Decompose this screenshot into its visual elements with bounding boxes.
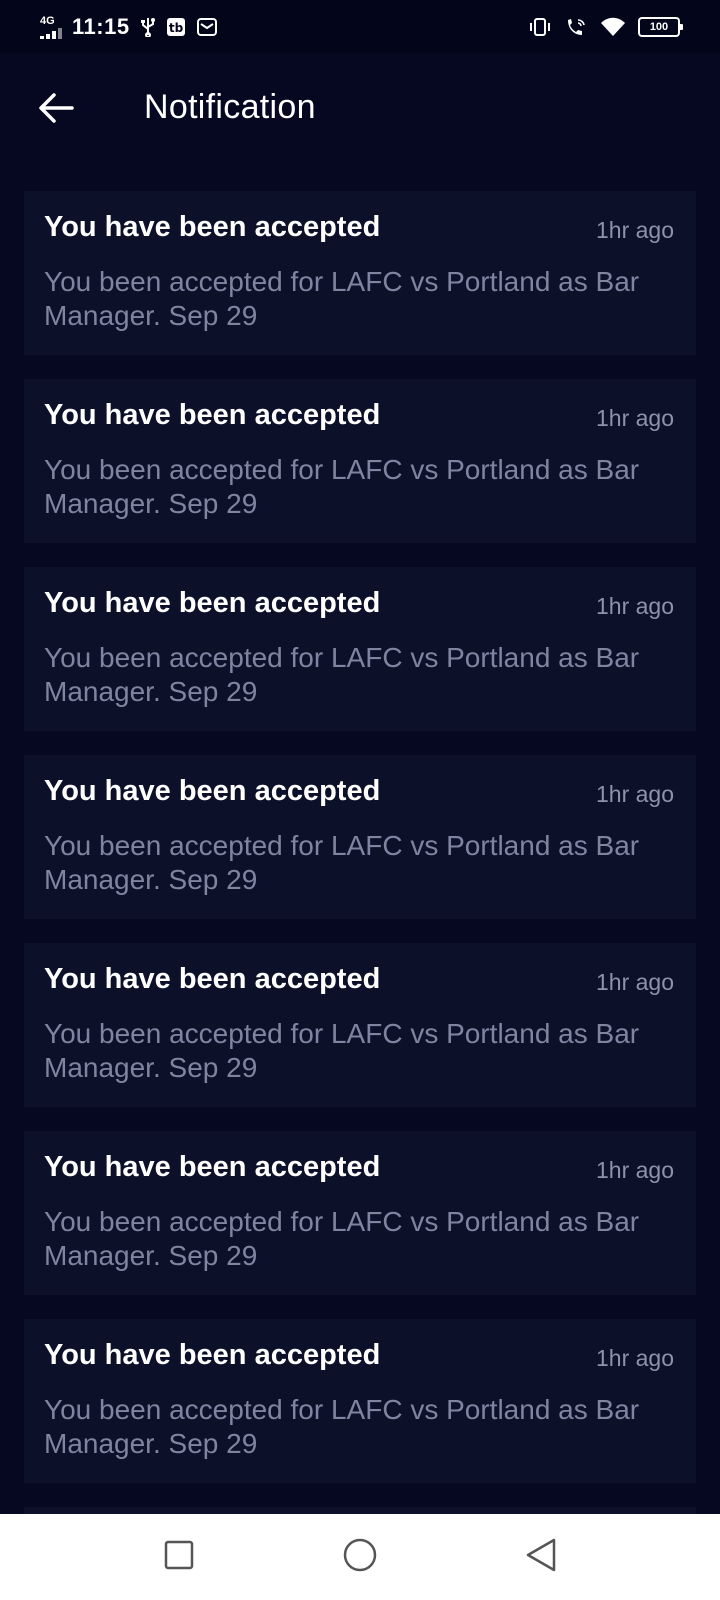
notification-card[interactable]: You have been accepted 1hr ago You been … <box>24 1319 696 1483</box>
notification-card[interactable]: You have been accepted 1hr ago You been … <box>24 379 696 543</box>
square-icon <box>164 1540 194 1575</box>
notification-card[interactable]: You have been accepted 1hr ago You been … <box>24 567 696 731</box>
notification-title: You have been accepted <box>44 399 381 431</box>
notification-body: You been accepted for LAFC vs Portland a… <box>44 1394 640 1459</box>
notification-title: You have been accepted <box>44 587 381 619</box>
notification-title: You have been accepted <box>44 211 381 243</box>
status-bar: 4G 11:15 tb 100 <box>0 0 720 54</box>
back-button[interactable] <box>36 90 76 130</box>
wifi-calling-icon <box>564 17 588 37</box>
notification-body: You been accepted for LAFC vs Portland a… <box>44 830 640 895</box>
notification-title: You have been accepted <box>44 775 381 807</box>
notification-title: You have been accepted <box>44 1151 381 1183</box>
circle-icon <box>342 1537 378 1578</box>
status-time: 11:15 <box>72 14 130 39</box>
signal-bars-icon <box>40 27 62 39</box>
notification-card[interactable]: You have been accepted 1hr ago You been … <box>24 1131 696 1295</box>
network-type: 4G <box>40 14 55 27</box>
notification-card[interactable]: You have been accepted 1hr ago You been … <box>24 191 696 355</box>
notification-list: You have been accepted 1hr ago You been … <box>24 191 696 1531</box>
back-nav-button[interactable] <box>520 1536 562 1578</box>
notification-body: You been accepted for LAFC vs Portland a… <box>44 1206 640 1271</box>
page-title: Notification <box>144 88 316 126</box>
status-left: 4G 11:15 tb <box>40 14 218 40</box>
notification-time: 1hr ago <box>595 405 674 431</box>
home-button[interactable] <box>339 1536 381 1578</box>
notification-body: You been accepted for LAFC vs Portland a… <box>44 1018 640 1083</box>
notification-time: 1hr ago <box>595 1157 674 1183</box>
notification-card[interactable]: You have been accepted 1hr ago You been … <box>24 943 696 1107</box>
notification-card[interactable]: You have been accepted 1hr ago You been … <box>24 755 696 919</box>
arrow-left-icon <box>38 92 74 129</box>
status-right: 100 <box>528 17 683 37</box>
notification-time: 1hr ago <box>595 781 674 807</box>
usb-icon <box>140 17 156 37</box>
notification-body: You been accepted for LAFC vs Portland a… <box>44 454 640 519</box>
battery-level: 100 <box>649 21 669 33</box>
battery-indicator: 100 <box>638 17 683 37</box>
notification-body: You been accepted for LAFC vs Portland a… <box>44 266 640 331</box>
notification-title: You have been accepted <box>44 963 381 995</box>
network-indicator: 4G <box>40 14 62 39</box>
mail-icon <box>196 17 218 37</box>
system-nav-bar <box>0 1514 720 1600</box>
notification-title: You have been accepted <box>44 1339 381 1371</box>
svg-text:tb: tb <box>168 21 183 35</box>
vibrate-icon <box>528 17 552 37</box>
notification-time: 1hr ago <box>595 1345 674 1371</box>
wifi-icon <box>600 17 626 37</box>
notification-time: 1hr ago <box>595 593 674 619</box>
app-notification-icon: tb <box>166 17 186 37</box>
notification-time: 1hr ago <box>595 217 674 243</box>
triangle-back-icon <box>524 1537 558 1578</box>
notification-body: You been accepted for LAFC vs Portland a… <box>44 642 640 707</box>
app-header: Notification <box>0 54 720 164</box>
notification-time: 1hr ago <box>595 969 674 995</box>
recents-button[interactable] <box>158 1536 200 1578</box>
